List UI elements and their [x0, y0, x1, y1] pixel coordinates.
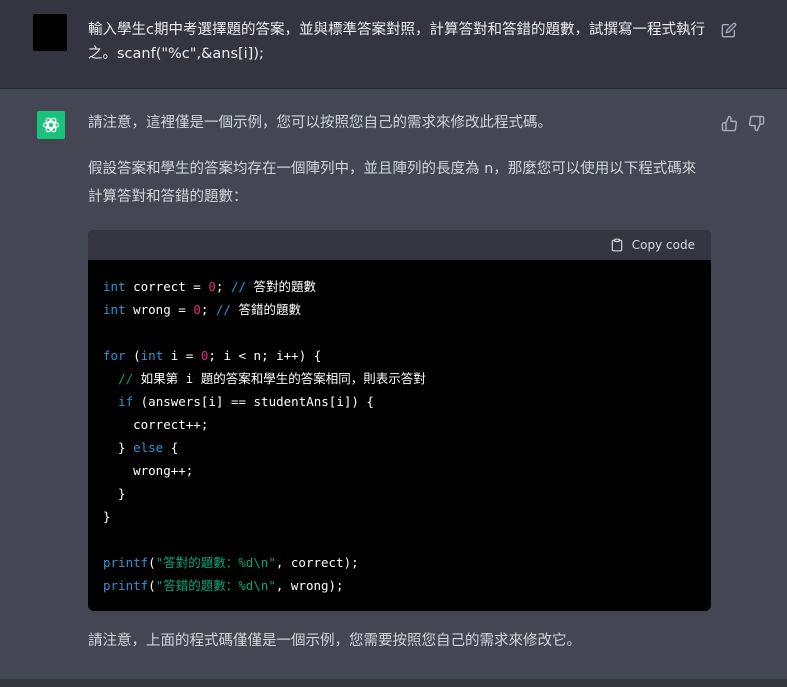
user-avatar — [33, 14, 67, 51]
bottom-strip — [0, 679, 787, 687]
code-line: // 如果第 i 題的答案和學生的答案相同，則表示答對 — [118, 371, 426, 386]
code-line: } else { — [103, 440, 179, 455]
code-block: Copy code int correct = 0; // 答對的題數 int w… — [88, 230, 711, 611]
code-line: for (int i = 0; i < n; i++) { — [103, 348, 322, 363]
code-line: int correct = 0; // 答對的題數 — [103, 279, 317, 294]
copy-code-button[interactable]: Copy code — [610, 237, 695, 253]
thumbs-up-icon[interactable] — [721, 115, 738, 132]
assistant-intro-text: 請注意，這裡僅是一個示例，您可以按照您自己的需求來修改此程式碼。 — [88, 115, 552, 131]
code-line: } — [103, 486, 126, 501]
code-content: int correct = 0; // 答對的題數 int wrong = 0; … — [88, 260, 711, 597]
code-line: if (answers[i] == studentAns[i]) { — [118, 394, 374, 409]
code-block-header: Copy code — [88, 230, 711, 260]
code-line: printf("答對的題數：%d\n", correct); — [103, 555, 359, 570]
assistant-message-row: 請注意，這裡僅是一個示例，您可以按照您自己的需求來修改此程式碼。 假設答案和學生… — [0, 89, 787, 679]
copy-code-label: Copy code — [631, 238, 695, 252]
code-line: } — [103, 509, 111, 524]
code-line: int wrong = 0; // 答錯的題數 — [103, 302, 301, 317]
assistant-paragraph-2: 假設答案和學生的答案均存在一個陣列中，並且陣列的長度為 n，那麼您可以使用以下程… — [88, 161, 697, 205]
code-line: printf("答錯的題數：%d\n", wrong); — [103, 578, 344, 593]
user-message-row: 輸入學生c期中考選擇題的答案，並與標準答案對照，計算答對和答錯的題數，試撰寫一程… — [0, 0, 787, 89]
thumbs-down-icon[interactable] — [748, 115, 765, 132]
openai-logo-icon — [37, 111, 65, 139]
clipboard-icon — [611, 238, 623, 252]
edit-icon[interactable] — [721, 22, 737, 38]
code-line: correct++; — [103, 417, 209, 432]
user-message-text: 輸入學生c期中考選擇題的答案，並與標準答案對照，計算答對和答錯的題數，試撰寫一程… — [88, 22, 705, 62]
assistant-outro-text: 請注意，上面的程式碼僅僅是一個示例，您需要按照您自己的需求來修改它。 — [88, 633, 581, 649]
code-line: wrong++; — [103, 463, 194, 478]
